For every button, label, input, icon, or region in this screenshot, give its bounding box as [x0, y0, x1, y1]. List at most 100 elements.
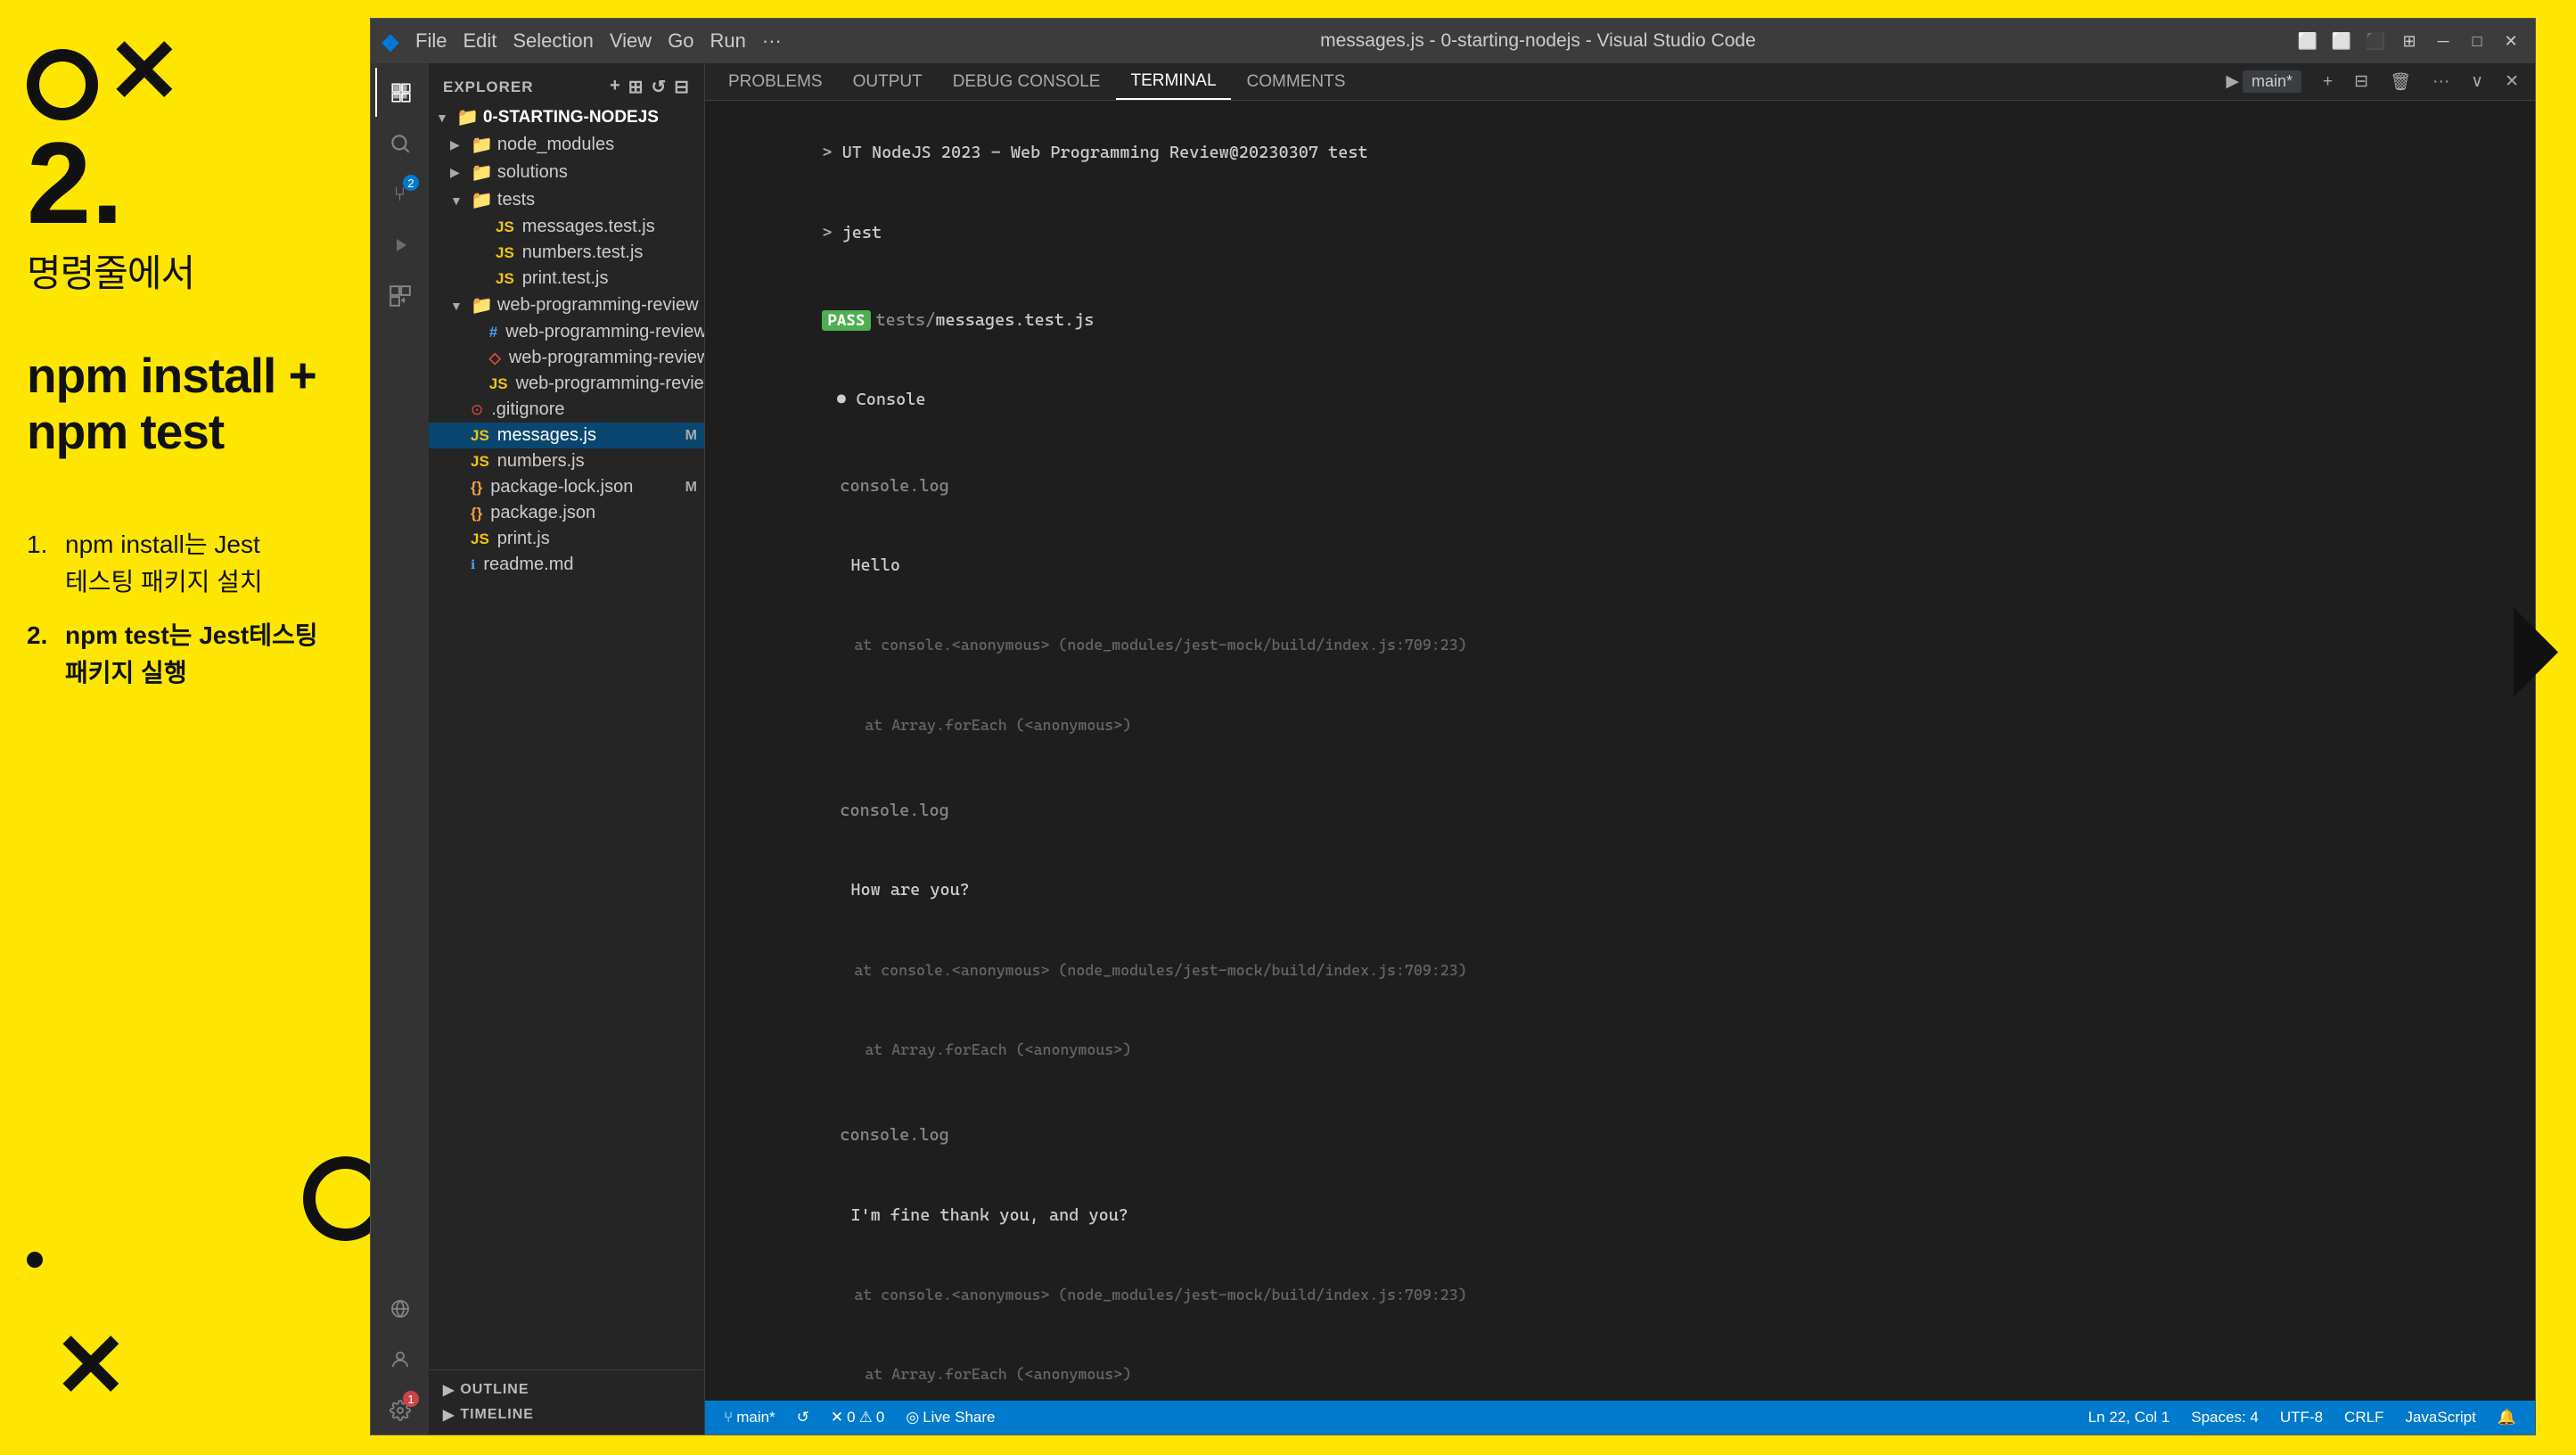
tree-root[interactable]: ▼ 📁 0-STARTING-NODEJS	[429, 103, 704, 131]
timeline-header[interactable]: ▶ TIMELINE	[429, 1402, 704, 1427]
spaces-label: Spaces: 4	[2191, 1409, 2259, 1426]
status-live-share[interactable]: ◎ Live Share	[901, 1407, 999, 1428]
more-terminal-btn[interactable]: ···	[2425, 70, 2457, 95]
status-encoding[interactable]: UTF-8	[2276, 1407, 2327, 1428]
tree-item-numbers-test[interactable]: ▶ JS numbers.test.js	[429, 240, 704, 266]
tree-item-web-programming[interactable]: ▼ 📁 web-programming-review	[429, 292, 704, 319]
main-content: ⑂ 2 1 EXPLORER	[371, 63, 2535, 1434]
list-item: 2. npm test는 Jest테스팅패키지 실행	[27, 617, 318, 692]
tree-item-package-json[interactable]: ▶ {} package.json	[429, 500, 704, 526]
layout-btn-2[interactable]: ⬜	[2328, 28, 2355, 54]
tree-item-print-test[interactable]: ▶ JS print.test.js	[429, 266, 704, 292]
refresh-icon[interactable]: ↺	[651, 76, 667, 98]
minimize-button[interactable]: ─	[2430, 28, 2457, 54]
tree-item-wpr-js[interactable]: ▶ JS web-programming-review.js	[429, 371, 704, 397]
editor-area: PROBLEMS OUTPUT DEBUG CONSOLE TERMINAL C…	[705, 63, 2535, 1434]
tree-item-messages-js[interactable]: ▶ JS messages.js M	[429, 423, 704, 448]
status-spaces[interactable]: Spaces: 4	[2186, 1407, 2263, 1428]
status-errors[interactable]: ✕ 0 ⚠ 0	[826, 1407, 889, 1428]
activity-account-icon[interactable]	[375, 1335, 424, 1384]
menu-edit[interactable]: Edit	[463, 29, 496, 53]
status-sync-icon[interactable]: ↺	[792, 1407, 814, 1428]
outline-section: ▶ OUTLINE ▶ TIMELINE	[429, 1369, 704, 1434]
deco-circle-top-icon	[27, 49, 98, 120]
tree-item-package-lock[interactable]: ▶ {} package-lock.json M	[429, 474, 704, 500]
terminal-line: Hello	[723, 527, 2517, 605]
new-folder-icon[interactable]: ⊞	[628, 76, 644, 98]
tab-output[interactable]: OUTPUT	[839, 63, 937, 100]
explorer-tree: ▼ 📁 0-STARTING-NODEJS ▶ 📁 node_modules ▶…	[429, 103, 704, 1369]
step-number: 2.	[27, 125, 123, 241]
layout-btn-3[interactable]: ⬛	[2362, 28, 2389, 54]
tab-problems[interactable]: PROBLEMS	[714, 63, 837, 100]
tree-item-wpr-html[interactable]: ▶ ◇ web-programming-review.html	[429, 345, 704, 371]
activity-extensions-icon[interactable]	[375, 271, 424, 320]
menu-more[interactable]: ···	[762, 29, 782, 53]
encoding-label: UTF-8	[2280, 1409, 2323, 1426]
tree-item-node-modules[interactable]: ▶ 📁 node_modules	[429, 131, 704, 159]
outline-label: OUTLINE	[460, 1382, 529, 1398]
menu-go[interactable]: Go	[668, 29, 693, 53]
chevron-right-icon: ▶	[443, 1381, 455, 1399]
window-controls: ⬜ ⬜ ⬛ ⊞ ─ □ ✕	[2294, 28, 2524, 54]
activity-explorer-icon[interactable]	[375, 68, 424, 117]
tree-item-solutions[interactable]: ▶ 📁 solutions	[429, 159, 704, 186]
activity-search-icon[interactable]	[375, 119, 424, 168]
close-panel-btn[interactable]: ✕	[2498, 69, 2526, 95]
terminal-line: How are you?	[723, 851, 2517, 930]
terminal-output[interactable]: > UT NodeJS 2023 - Web Programming Revie…	[705, 101, 2535, 1401]
tab-debug-console[interactable]: DEBUG CONSOLE	[939, 63, 1115, 100]
tree-item-gitignore[interactable]: ▶ ⊙ .gitignore	[429, 397, 704, 423]
warning-icon: ⚠	[859, 1409, 873, 1426]
split-terminal-btn[interactable]: ⊟	[2347, 69, 2375, 95]
sidebar-actions[interactable]: + ⊞ ↺ ⊟	[610, 76, 690, 98]
bell-icon: 🔔	[2498, 1409, 2516, 1426]
outline-header[interactable]: ▶ OUTLINE	[429, 1377, 704, 1402]
tree-item-print-js[interactable]: ▶ JS print.js	[429, 526, 704, 552]
status-position[interactable]: Ln 22, Col 1	[2084, 1407, 2175, 1428]
title-bar: ◆ File Edit Selection View Go Run ··· me…	[371, 19, 2535, 63]
git-branch-icon: ⑂	[724, 1409, 733, 1426]
activity-remote-icon[interactable]	[375, 1284, 424, 1333]
play-icon: ▶	[2226, 71, 2239, 92]
menu-run[interactable]: Run	[710, 29, 746, 53]
close-button[interactable]: ✕	[2498, 28, 2524, 54]
tree-item-wpr-css[interactable]: ▶ # web-programming-review.css	[429, 319, 704, 345]
add-terminal-btn[interactable]: +	[2316, 70, 2340, 95]
tab-comments[interactable]: COMMENTS	[1233, 63, 1360, 100]
new-file-icon[interactable]: +	[610, 76, 621, 98]
tree-item-numbers-js[interactable]: ▶ JS numbers.js	[429, 448, 704, 474]
vscode-window: ◆ File Edit Selection View Go Run ··· me…	[370, 18, 2536, 1435]
maximize-button[interactable]: □	[2464, 28, 2490, 54]
layout-btn-1[interactable]: ⬜	[2294, 28, 2321, 54]
status-language[interactable]: JavaScript	[2400, 1407, 2480, 1428]
powershell-label: main*	[2243, 70, 2301, 93]
activity-run-icon[interactable]	[375, 220, 424, 269]
terminal-line: at Array.forEach (<anonymous>)	[723, 1010, 2517, 1089]
status-notification-icon[interactable]: 🔔	[2493, 1407, 2521, 1428]
menu-file[interactable]: File	[415, 29, 447, 53]
tree-item-readme[interactable]: ▶ ℹ readme.md	[429, 552, 704, 578]
tab-terminal[interactable]: TERMINAL	[1116, 63, 1230, 100]
layout-btn-4[interactable]: ⊞	[2396, 28, 2423, 54]
explorer-title: EXPLORER	[443, 78, 534, 96]
collapse-icon[interactable]: ⊟	[674, 76, 690, 98]
run-active-terminal-btn[interactable]: ▶ main*	[2219, 68, 2309, 95]
status-git-branch[interactable]: ⑂ main*	[719, 1407, 780, 1428]
status-eol[interactable]: CRLF	[2340, 1407, 2388, 1428]
deco-dot-icon	[27, 1252, 43, 1268]
panel-tabs-bar: PROBLEMS OUTPUT DEBUG CONSOLE TERMINAL C…	[705, 63, 2535, 101]
menu-view[interactable]: View	[610, 29, 652, 53]
trash-terminal-btn[interactable]: 🗑	[2383, 69, 2418, 95]
activity-settings-icon[interactable]: 1	[375, 1385, 424, 1434]
deco-x-top-icon: ✕	[107, 27, 182, 116]
tree-item-tests[interactable]: ▼ 📁 tests	[429, 186, 704, 214]
menu-bar[interactable]: ◆ File Edit Selection View Go Run ···	[381, 28, 782, 55]
activity-git-icon[interactable]: ⑂ 2	[375, 169, 424, 218]
branch-name: main*	[736, 1409, 775, 1426]
chevron-down-btn[interactable]: ∨	[2464, 69, 2490, 95]
tree-item-messages-test[interactable]: ▶ JS messages.test.js	[429, 214, 704, 240]
left-panel: ✕ 2. 명령줄에서 npm install +npm test 1. npm …	[0, 0, 370, 1455]
menu-selection[interactable]: Selection	[513, 29, 594, 53]
terminal-line: console.log	[723, 772, 2517, 851]
